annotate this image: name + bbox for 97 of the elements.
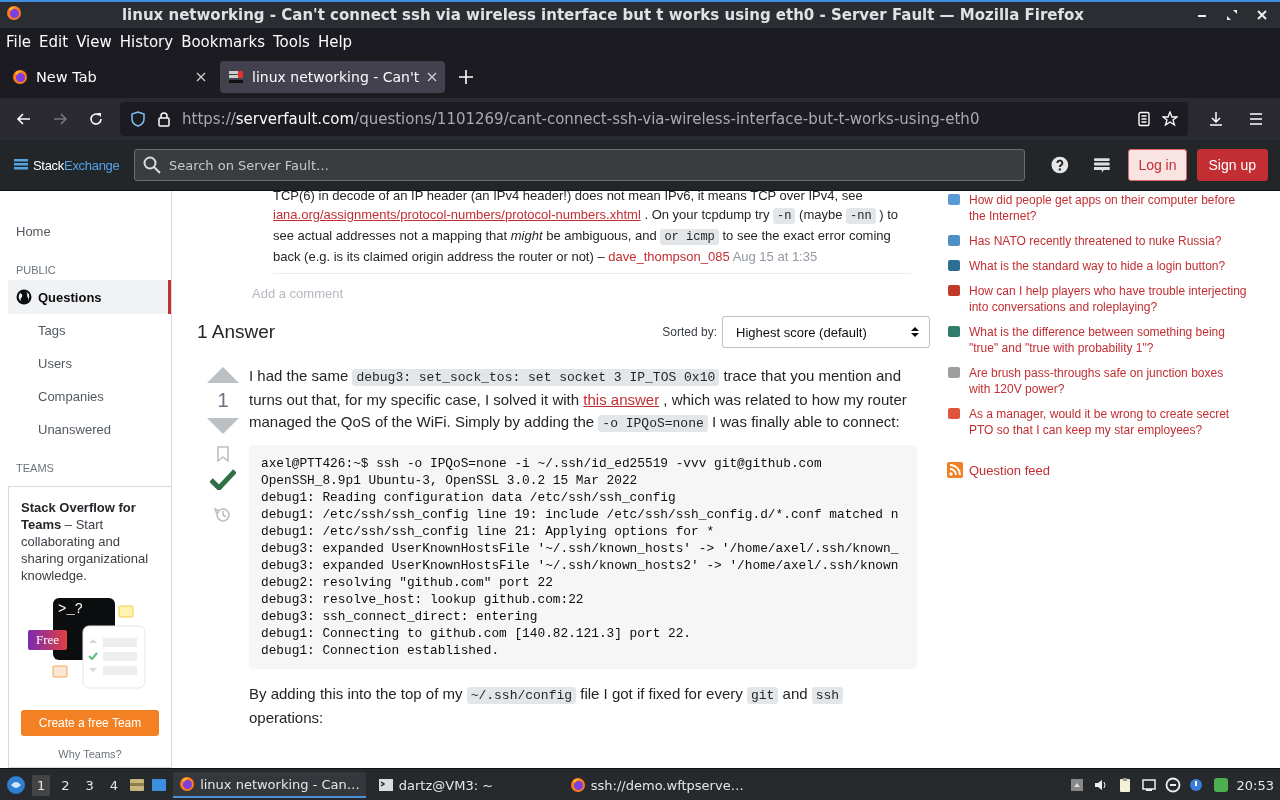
hot-question-link[interactable]: How did people get apps on their computer before the Internet? [969,192,1247,224]
sort-label: Sorted by: [662,325,717,339]
signup-button[interactable]: Sign up [1196,149,1268,181]
question-feed-link[interactable]: Question feed [969,462,1050,478]
site-icon [228,69,244,85]
code-line: debug1: Connection established. [261,642,500,659]
hot-question-link[interactable]: As a manager, would it be wrong to create secret PTO so that I can keep my star employees? [969,406,1247,438]
file-manager-icon[interactable] [129,777,146,793]
hot-question-link[interactable]: What is the difference between something being "true" and "true with probability 1"? [969,324,1247,356]
network-icon[interactable] [1140,777,1157,793]
hot-question-link[interactable]: Are brush pass-throughs safe on junction boxes with 120V power? [969,365,1247,397]
answers-heading: 1 Answer [197,321,277,343]
nav-link[interactable]: Home [0,215,171,248]
answer-paragraph: I had the same debug3: set_sock_tos: set socket 3 IP_TOS 0x10 trace that you mention and turns out that, for my specific case, I solved it with this answer , which was related to how my router managed the QoS of the WiFi. Simply by adding the -o IPQoS=none I was finally able to connect: [249,366,908,434]
section-heading: TEAMS [15,461,55,476]
login-button[interactable]: Log in [1128,149,1187,181]
menu-item[interactable]: Bookmarks [177,33,269,51]
code-line: debug1: Connecting to github.com [140.82.121.3] port 22. [261,625,692,642]
star-icon[interactable] [1162,111,1178,127]
teams-promo-text: Stack Overflow for Teams – Start collaborating and sharing organizational knowledge. [21,499,150,584]
taskbar-task[interactable]: dartz@VM3: ~ [371,773,558,797]
nav-link[interactable]: Tags [0,314,171,347]
workspace-button[interactable]: 1 [32,774,51,796]
close-tab-icon[interactable] [196,72,206,82]
browser-tab[interactable]: linux networking - Can't [220,61,446,93]
nav-link[interactable]: Unanswered [0,413,171,446]
nav-link[interactable]: Questions [8,280,171,314]
code-line: debug1: /etc/ssh/ssh_config line 21: Applying options for * [261,523,715,540]
inbox-icon[interactable] [1092,156,1111,174]
comment-text: TCP(6) in decode of an IP header (an IPv4 header!) does not mean IPv6, it means TCP over IPv4, see iana.org/assignments/protocol-numbers/protocol-numbers.xhtml . On your tcpdump try -n (maybe -nn ) to see actual addresses not a mapping that might be ambiguous, and or icmp to see the exact error coming back (e.g. is its claimed origin address the router or not) – dave_thompson_085 Aug 15 at 1:35 [273,191,911,274]
taskbar-task[interactable]: ssh://demo.wftpserve… [563,773,750,797]
rss-icon [947,462,963,478]
code-line: debug1: Reading configuration data /etc/ssh/ssh_config [261,489,676,506]
code-line: debug3: resolve_host: lookup github.com:22 [261,591,584,608]
prompt-text: >_? [58,601,84,617]
nav-link[interactable]: Users [0,347,171,380]
menu-icon[interactable] [1248,111,1264,127]
link[interactable]: this answer [583,391,660,408]
code-line: OpenSSH_8.9p1 Ubuntu-3, OpenSSL 3.0.2 15 Mar 2022 [261,472,638,489]
firefox-icon [12,69,28,85]
logo-text[interactable]: StackExchange [33,157,120,173]
volume-icon[interactable] [1092,777,1109,793]
desktop-icon[interactable] [151,777,168,793]
menu-item[interactable]: View [72,33,116,51]
download-icon[interactable] [1208,111,1224,127]
lock-icon [156,111,172,127]
answer-paragraph: By adding this into the top of my ~/.ssh/config file I got if fixed for every git and ssh operations: [249,683,917,729]
link[interactable]: iana.org/assignments/protocol-numbers/protocol-numbers.xhtml [273,207,641,222]
user-link[interactable]: dave_thompson_085 [608,249,730,264]
hot-question-link[interactable]: How can I help players who have trouble interjecting into conversations and roleplaying? [969,283,1247,315]
address-bar[interactable]: https://serverfault.com/questions/1101269/cant-connect-ssh-via-wireless-interface-but-t-works-using-eth0 [120,102,1188,136]
vote-count: 1 [217,389,229,412]
menu-item[interactable]: Tools [268,33,314,51]
window-title: linux networking - Can't connect ssh via wireless interface but t works using eth0 - Server Fault — Mozilla Firefox [120,6,1086,24]
code-line: debug3: ssh_connect_direct: entering [261,608,538,625]
free-badge: Free [28,630,68,650]
workspace-button[interactable]: 2 [56,774,75,796]
sort-caret-icon [911,326,919,338]
section-heading: PUBLIC [15,263,57,278]
firefox-icon [569,777,586,793]
code-line: axel@PTT426:~$ ssh -o IPQoS=none -i ~/.ssh/id_ed25519 -vvv git@github.com [261,455,822,472]
browser-tab[interactable]: New Tab [4,61,214,93]
search-icon [142,156,161,174]
search-field[interactable]: Search on Server Fault… [133,149,1026,181]
code-line: debug3: expanded UserKnownHostsFile '~/.ssh/known_hosts2' -> '/home/axel/.ssh/known [261,557,899,574]
reload-icon[interactable] [88,111,104,127]
terminal-icon [377,777,394,793]
new-tab-icon[interactable] [459,70,474,84]
reader-view-icon[interactable] [1136,111,1152,127]
start-menu-icon[interactable] [6,775,26,795]
sort-dropdown[interactable]: Highest score (default) [722,316,930,348]
clock: 20:53 [1236,777,1274,793]
code-line: debug3: expanded UserKnownHostsFile '~/.ssh/known_hosts' -> '/home/axel/.ssh/known_ [261,540,899,557]
app-icon [6,5,22,21]
workspace-button[interactable]: 4 [104,774,124,796]
menu-item[interactable]: Edit [35,33,73,51]
logo-icon [14,158,28,172]
menu-item[interactable]: History [115,33,178,51]
menu-item[interactable]: Help [313,33,357,51]
code-line: debug2: resolving "github.com" port 22 [261,574,553,591]
hot-question-link[interactable]: Has NATO recently threatened to nuke Russia? [969,233,1222,249]
back-icon[interactable] [16,111,32,127]
menu-item[interactable]: File [2,33,36,51]
nav-link[interactable]: Companies [0,380,171,413]
maximize-icon[interactable] [1224,7,1240,23]
hot-question-link[interactable]: What is the standard way to hide a login button? [969,258,1226,274]
workspace-button[interactable]: 3 [80,774,99,796]
url-text: https://serverfault.com/questions/1101269/cant-connect-ssh-via-wireless-interface-but-t-works-using-eth0 [182,110,981,128]
tray-icon[interactable] [1068,777,1085,793]
code-line: debug1: /etc/ssh/ssh_config line 19: include /etc/ssh/ssh_config.d/*.conf matched n [261,506,899,523]
firefox-icon [179,776,196,792]
help-icon[interactable] [1051,156,1069,174]
why-teams-link[interactable]: Why Teams? [21,736,159,767]
close-tab-icon[interactable] [427,72,438,82]
shield-icon [130,111,146,127]
taskbar-task[interactable]: linux networking - Can… [173,772,366,798]
notification-icon[interactable] [1188,777,1205,793]
